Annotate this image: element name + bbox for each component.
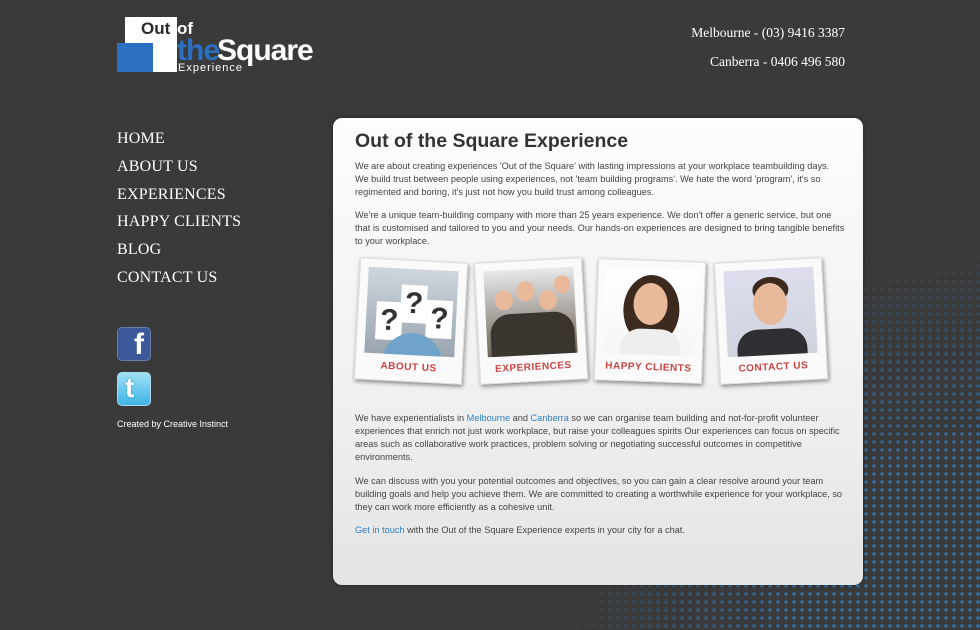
content-panel: Out of the Square Experience We are abou… [333, 118, 863, 585]
nav-experiences[interactable]: EXPERIENCES [117, 185, 241, 213]
melbourne-link[interactable]: Melbourne [467, 413, 510, 423]
polaroid-caption: EXPERIENCES [494, 359, 572, 375]
logo-text-experience: Experience [178, 62, 244, 74]
para3-text-b: and [510, 413, 531, 423]
polaroid-contact-us[interactable]: CONTACT US [713, 257, 829, 385]
polaroid-caption: CONTACT US [738, 360, 809, 375]
polaroid-about-us[interactable]: ? ? ? ABOUT US [353, 257, 469, 385]
site-logo[interactable]: Out of the Square Experience [117, 17, 327, 75]
contact-us-photo [723, 266, 818, 358]
experientialists-paragraph: We have experientialists in Melbourne an… [355, 412, 845, 464]
para3-text-a: We have experientialists in [355, 413, 467, 423]
polaroid-caption: HAPPY CLIENTS [605, 360, 692, 375]
facebook-letter: f [134, 328, 144, 361]
canberra-phone: Canberra - 0406 496 580 [710, 54, 845, 69]
polaroid-caption: ABOUT US [380, 360, 437, 375]
get-in-touch-paragraph: Get in touch with the Out of the Square … [355, 524, 845, 537]
canberra-link[interactable]: Canberra [531, 413, 569, 423]
facebook-icon[interactable]: f [117, 327, 151, 361]
about-us-photo: ? ? ? [364, 266, 459, 358]
outcomes-paragraph: We can discuss with you your potential o… [355, 476, 843, 512]
happy-clients-photo [603, 267, 697, 357]
contact-phones: Melbourne - (03) 9416 3387 Canberra - 04… [691, 18, 845, 76]
nav-happy-clients[interactable]: HAPPY CLIENTS [117, 212, 241, 240]
main-nav: HOME ABOUT US EXPERIENCES HAPPY CLIENTS … [117, 129, 241, 296]
get-in-touch-rest: with the Out of the Square Experience ex… [404, 525, 685, 535]
twitter-letter: t [125, 372, 135, 403]
page-title: Out of the Square Experience [355, 130, 629, 152]
intro-paragraph: We are about creating experiences 'Out o… [355, 161, 830, 197]
twitter-icon[interactable]: t [117, 372, 151, 406]
nav-home[interactable]: HOME [117, 129, 241, 157]
logo-text-out: Out [141, 19, 171, 38]
nav-contact-us[interactable]: CONTACT US [117, 268, 241, 296]
polaroid-happy-clients[interactable]: HAPPY CLIENTS [593, 258, 707, 384]
get-in-touch-link[interactable]: Get in touch [355, 525, 405, 535]
experiences-photo [483, 266, 578, 358]
credit-text[interactable]: Created by Creative Instinct [117, 419, 228, 429]
unique-paragraph: We're a unique team-building company wit… [355, 210, 845, 246]
nav-about-us[interactable]: ABOUT US [117, 157, 241, 185]
logo-blue-square [117, 43, 153, 72]
nav-blog[interactable]: BLOG [117, 240, 241, 268]
polaroid-experiences[interactable]: EXPERIENCES [473, 257, 589, 385]
melbourne-phone: Melbourne - (03) 9416 3387 [691, 25, 845, 40]
